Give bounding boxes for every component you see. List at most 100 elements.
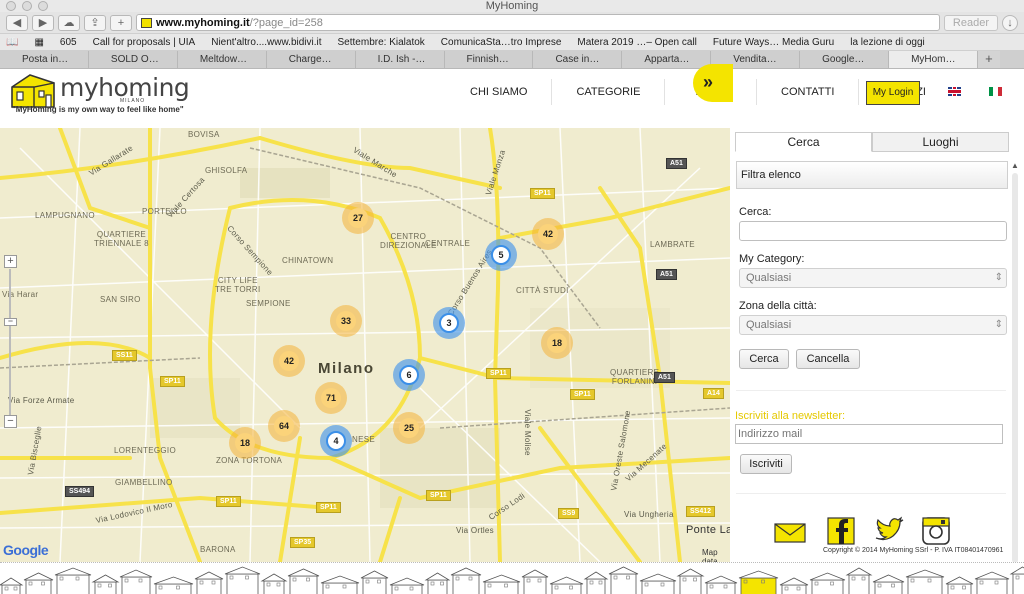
zoom-slider-track[interactable] (9, 269, 11, 415)
map-label: CENTRALE (425, 239, 471, 248)
road-shield: A51 (654, 372, 675, 383)
bookmark-item[interactable]: ComunicaSta…tro Imprese (441, 37, 562, 48)
my-login-button[interactable]: My Login (866, 81, 920, 105)
bookmark-item[interactable]: la lezione di oggi (850, 37, 925, 48)
road-shield: SP35 (290, 537, 316, 548)
add-tab-icon[interactable]: + (978, 51, 1000, 68)
browser-tab[interactable]: Posta in… (0, 51, 89, 68)
cluster-count: 18 (547, 333, 567, 353)
map-label: LAMPUGNANO (35, 211, 95, 220)
nav-contatti[interactable]: CONTATTI (757, 79, 860, 105)
twitter-icon[interactable] (873, 516, 905, 546)
sidebar-scrollbar[interactable]: ▲ (1011, 161, 1019, 563)
map-label: NESE (352, 435, 375, 444)
scrollbar-thumb[interactable] (1012, 173, 1018, 563)
map-cluster[interactable]: 18 (229, 427, 261, 459)
road-shield: SP11 (316, 502, 341, 513)
map-label: LAMBRATE (650, 240, 695, 249)
bookmark-item[interactable]: Matera 2019 …– Open call (577, 37, 697, 48)
window-title: MyHoming (485, 0, 539, 12)
browser-tab[interactable]: Charge… (266, 51, 356, 68)
zoom-slider-handle[interactable]: ═ (4, 318, 17, 326)
map-cluster[interactable]: 33 (330, 305, 362, 337)
filter-header[interactable]: Filtra elenco (736, 161, 1008, 189)
map-cluster[interactable]: 64 (268, 410, 300, 442)
map-cluster[interactable]: 4 (320, 425, 352, 457)
facebook-icon[interactable] (826, 516, 856, 546)
browser-tab[interactable]: Apparta… (622, 51, 712, 68)
forward-button[interactable]: ▶ (32, 14, 54, 31)
top-sites-icon[interactable]: ▦ (34, 37, 43, 48)
map-canvas[interactable]: GHISOLFA Viale Marche BOVISA Via Gallara… (0, 128, 730, 562)
map-cluster[interactable]: 6 (393, 359, 425, 391)
browser-tab[interactable]: Case in… (533, 51, 623, 68)
site-header: myhoming MILANO "MyHoming is my own way … (0, 69, 1024, 117)
nav-categorie[interactable]: CATEGORIE (552, 79, 666, 105)
mail-icon[interactable] (773, 516, 807, 546)
bookmark-item[interactable]: Call for proposals | UIA (93, 37, 196, 48)
map-cluster[interactable]: 5 (485, 239, 517, 271)
sketch-house (224, 566, 261, 594)
tab-luoghi[interactable]: Luoghi (872, 132, 1009, 152)
sidebar-toggle-button[interactable]: » (693, 64, 733, 102)
sketch-house (676, 568, 705, 594)
map-cluster[interactable]: 25 (393, 412, 425, 444)
road-shield: A51 (656, 269, 677, 280)
browser-tab-active[interactable]: MyHom… (889, 51, 978, 68)
newsletter-email-input[interactable] (735, 424, 1003, 444)
sketch-house (549, 576, 584, 594)
share-icon[interactable]: ⇪ (84, 14, 106, 31)
search-button[interactable]: Cerca (739, 349, 789, 369)
bookmark-item[interactable]: Nient'altro....www.bidivi.it (211, 37, 321, 48)
house-logo-icon (11, 74, 55, 108)
zone-label: Zona della città: (739, 300, 817, 312)
italy-flag-icon[interactable] (989, 87, 1002, 96)
sketch-house (583, 571, 609, 594)
category-select[interactable]: Qualsiasi (739, 268, 1007, 288)
browser-tab[interactable]: Finnish… (444, 51, 534, 68)
cancel-button[interactable]: Cancella (796, 349, 860, 369)
map-cluster[interactable]: 18 (541, 327, 573, 359)
scroll-up-icon[interactable]: ▲ (1011, 161, 1019, 170)
search-input[interactable] (739, 221, 1007, 241)
map-data-attribution[interactable]: Map data (702, 548, 730, 562)
bookmark-item[interactable]: 605 (60, 37, 77, 48)
zoom-out-button[interactable]: − (4, 415, 17, 428)
downloads-icon[interactable]: ↓ (1002, 14, 1018, 31)
sketch-house (287, 568, 320, 594)
uk-flag-icon[interactable] (948, 87, 961, 96)
instagram-icon[interactable] (921, 516, 951, 546)
back-button[interactable]: ◀ (6, 14, 28, 31)
bookmark-item[interactable]: Future Ways… Media Guru (713, 37, 834, 48)
site-tagline: "MyHoming is my own way to feel like hom… (12, 105, 184, 114)
minimize-window-button[interactable] (22, 1, 32, 11)
tab-cerca[interactable]: Cerca (735, 132, 872, 152)
zone-select[interactable]: Qualsiasi (739, 315, 1007, 335)
bookmark-item[interactable]: Settembre: Kialatok (338, 37, 425, 48)
houses-sketch-icon (0, 566, 1024, 594)
zoom-in-button[interactable]: + (4, 255, 17, 268)
reading-list-icon[interactable]: 📖 (6, 37, 18, 48)
new-tab-button[interactable]: + (110, 14, 132, 31)
subscribe-button[interactable]: Iscriviti (740, 454, 792, 474)
browser-tab[interactable]: Google… (800, 51, 890, 68)
map-cluster[interactable]: 42 (273, 345, 305, 377)
url-path: /?page_id=258 (249, 16, 323, 29)
divider (736, 390, 1006, 391)
map-cluster[interactable]: 42 (532, 218, 564, 250)
browser-tab[interactable]: I.D. Ish -… (355, 51, 445, 68)
browser-tab[interactable]: Meltdow… (177, 51, 267, 68)
site-logo[interactable]: myhoming MILANO "MyHoming is my own way … (8, 71, 268, 115)
reader-button[interactable]: Reader (943, 14, 998, 31)
newsletter-label: Iscriviti alla newsletter: (735, 410, 846, 422)
map-cluster[interactable]: 27 (342, 202, 374, 234)
nav-chi-siamo[interactable]: CHI SIAMO (446, 79, 553, 105)
tab-overview-icon[interactable] (999, 51, 1024, 68)
map-cluster[interactable]: 71 (315, 382, 347, 414)
close-window-button[interactable] (6, 1, 16, 11)
address-bar[interactable]: www.myhoming.it/?page_id=258 (136, 14, 940, 31)
map-cluster[interactable]: 3 (433, 307, 465, 339)
zoom-window-button[interactable] (38, 1, 48, 11)
browser-tab[interactable]: SOLD O… (88, 51, 178, 68)
icloud-icon[interactable]: ☁ (58, 14, 80, 31)
